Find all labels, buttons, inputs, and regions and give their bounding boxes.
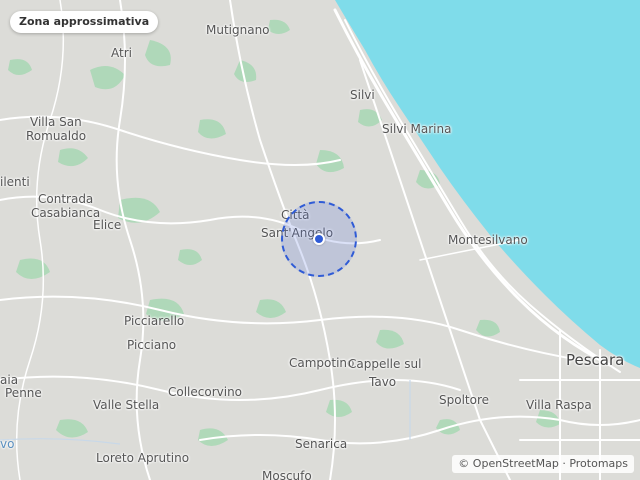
place-label-mutignano: Mutignano (206, 23, 270, 37)
place-label-picciarello: Picciarello (124, 314, 185, 328)
place-label-villa-raspa: Villa Raspa (526, 398, 592, 412)
place-label-valle-stella: Valle Stella (93, 398, 160, 412)
place-label-silvi: Silvi (350, 88, 375, 102)
attribution-separator: · (562, 457, 566, 470)
place-label-pescara: Pescara (566, 351, 625, 369)
place-label-campotino: Campotino (289, 356, 355, 370)
protomaps-link[interactable]: Protomaps (569, 457, 628, 470)
place-label-vo: vo (0, 437, 15, 451)
location-dot-icon (313, 233, 325, 245)
place-label-penne: Penne (5, 386, 42, 400)
place-label-silvi-marina: Silvi Marina (382, 122, 452, 136)
place-label-cappelle-sul: Cappelle sul (348, 357, 422, 371)
place-label-atri: Atri (111, 46, 132, 60)
place-label-villa-san: Villa San (30, 115, 82, 129)
place-label-picciano: Picciano (127, 338, 177, 352)
map-view[interactable]: Mutignano Atri Silvi Silvi Marina Villa … (0, 0, 640, 480)
place-label-elice: Elice (93, 218, 122, 232)
place-label-spoltore: Spoltore (439, 393, 490, 407)
place-label-silenti: ilenti (0, 175, 30, 189)
place-label-senarica: Senarica (295, 437, 348, 451)
copyright-symbol: © (458, 457, 470, 470)
place-label-collecorvino: Collecorvino (168, 385, 243, 399)
place-label-loreto-aprutino: Loreto Aprutino (96, 451, 190, 465)
map-attribution: © OpenStreetMap · Protomaps (452, 455, 634, 473)
place-label-tavo: Tavo (369, 375, 397, 389)
place-label-casabianca: Casabianca (31, 206, 101, 220)
place-label-contrada: Contrada (38, 192, 94, 206)
openstreetmap-link[interactable]: OpenStreetMap (473, 457, 559, 470)
place-label-romualdo: Romualdo (26, 129, 87, 143)
place-label-moscufo: Moscufo (262, 469, 312, 480)
approximate-zone-badge: Zona approssimativa (10, 11, 159, 33)
place-label-montesilvano: Montesilvano (448, 233, 528, 247)
